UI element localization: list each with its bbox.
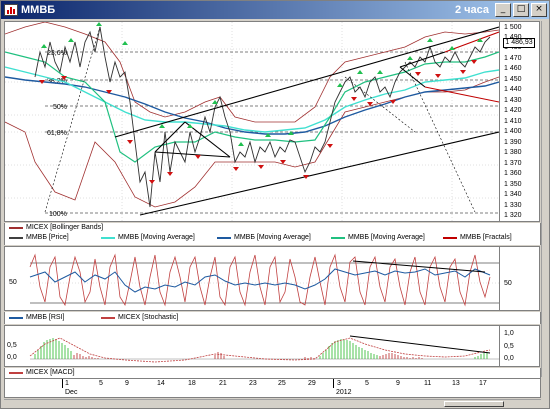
oscillator-panel[interactable] xyxy=(4,246,500,311)
y-tick-1460: 1 460 xyxy=(504,65,522,72)
legend-ma-blue: MMBБ [Moving Average] xyxy=(217,234,311,241)
y-tick-1330: 1 330 xyxy=(504,202,522,209)
macd-panel[interactable] xyxy=(4,325,500,367)
y-tick-1360: 1 360 xyxy=(504,170,522,177)
fib-label-50: 50% xyxy=(53,104,67,111)
oscillator-svg xyxy=(29,253,499,307)
current-price-label: 1 486,93 xyxy=(503,38,535,48)
price-chart-svg: 23,6% 38,2% 50% 61,8% 100% xyxy=(4,21,500,221)
y-tick-1450: 1 450 xyxy=(504,76,522,83)
y-tick-1470: 1 470 xyxy=(504,55,522,62)
period-label[interactable]: 2 часа xyxy=(455,4,489,16)
maximize-button[interactable]: □ xyxy=(513,3,529,17)
macd-tick-1-right: 1,0 xyxy=(504,330,514,337)
legend-stochastic: MICEX [Stochastic] xyxy=(101,314,178,321)
legend-bollinger: MICEX [Bollinger Bands] xyxy=(9,224,103,231)
minimize-button[interactable]: _ xyxy=(495,3,511,17)
macd-tick-0-right: 0,0 xyxy=(504,355,514,362)
year-label-2012: 2012 xyxy=(336,389,352,396)
legend-macd: MICEX [MACD] xyxy=(9,369,75,376)
y-tick-1320: 1 320 xyxy=(504,212,522,219)
moving-average-green xyxy=(4,51,500,163)
price-line xyxy=(34,26,491,208)
y-tick-1430: 1 430 xyxy=(504,97,522,104)
y-tick-1390: 1 390 xyxy=(504,139,522,146)
y-tick-1500: 1 500 xyxy=(504,24,522,31)
y-tick-1340: 1 340 xyxy=(504,191,522,198)
moving-average-cyan xyxy=(4,66,500,133)
chart-window: MMBБ 2 часа _ □ × 23,6% 38,2% 50% 61,8% … xyxy=(0,0,550,409)
day-label: 5 xyxy=(365,380,369,387)
y-tick-1410: 1 410 xyxy=(504,118,522,125)
title-bar[interactable]: MMBБ 2 часа _ □ × xyxy=(1,1,549,19)
day-label: 21 xyxy=(219,380,227,387)
legend-fractals: MMBБ [Fractals] xyxy=(443,234,512,241)
macd-tick-0-left: 0,0 xyxy=(7,354,17,361)
y-tick-1350: 1 350 xyxy=(504,181,522,188)
oscillator-legend: MMBБ [RSI] MICEX [Stochastic] xyxy=(4,312,541,324)
fractals-up xyxy=(41,22,483,146)
price-legend: MICEX [Bollinger Bands] MMBБ [Price] MMB… xyxy=(4,223,541,245)
macd-legend: MICEX [MACD] xyxy=(4,368,541,378)
price-scale: 1 500 1 490 1 480 1 470 1 460 1 450 1 44… xyxy=(500,21,540,222)
macd-svg xyxy=(29,335,499,363)
fibonacci-levels xyxy=(45,51,499,214)
legend-ma-green: MMBБ [Moving Average] xyxy=(331,234,425,241)
fib-label-618: 61,8% xyxy=(47,130,67,137)
macd-trendline xyxy=(349,335,491,354)
y-tick-1420: 1 420 xyxy=(504,107,522,114)
dashed-trend-lines xyxy=(44,26,476,213)
day-label: 11 xyxy=(424,380,432,387)
legend-price: MMBБ [Price] xyxy=(9,234,69,241)
fib-label-100: 100% xyxy=(49,211,67,218)
day-label: 1 xyxy=(65,380,69,387)
macd-tick-05-left: 0,5 xyxy=(7,342,17,349)
window-title: MMBБ xyxy=(21,4,56,16)
day-label: 29 xyxy=(308,380,316,387)
day-label: 13 xyxy=(452,380,460,387)
day-label: 14 xyxy=(157,380,165,387)
horizontal-scrollbar[interactable] xyxy=(4,399,541,408)
day-label: 23 xyxy=(249,380,257,387)
macd-line xyxy=(29,337,491,363)
day-label: 5 xyxy=(99,380,103,387)
legend-rsi: MMBБ [RSI] xyxy=(9,314,64,321)
close-button[interactable]: × xyxy=(531,3,547,17)
chart-app-icon xyxy=(4,4,18,16)
oscillator-scale: 50 xyxy=(500,246,540,311)
legend-ma-cyan: MMBБ [Moving Average] xyxy=(101,234,195,241)
osc-tick-50-right: 50 xyxy=(504,280,512,287)
day-label: 18 xyxy=(188,380,196,387)
bollinger-upper xyxy=(4,21,500,123)
macd-scale: 1,0 0,5 0,0 xyxy=(500,325,540,367)
day-label: 17 xyxy=(479,380,487,387)
day-label: 9 xyxy=(125,380,129,387)
macd-tick-05-right: 0,5 xyxy=(504,343,514,350)
day-label: 25 xyxy=(278,380,286,387)
osc-tick-50-left: 50 xyxy=(9,279,17,286)
time-axis[interactable]: 1 5 9 14 18 21 23 25 29 3 5 9 11 13 17 D… xyxy=(4,378,541,398)
price-panel[interactable]: 23,6% 38,2% 50% 61,8% 100% xyxy=(4,21,500,222)
y-tick-1440: 1 440 xyxy=(504,86,522,93)
y-tick-1380: 1 380 xyxy=(504,149,522,156)
y-tick-1400: 1 400 xyxy=(504,128,522,135)
day-label: 9 xyxy=(396,380,400,387)
scrollbar-thumb[interactable] xyxy=(444,401,504,407)
month-label-dec: Dec xyxy=(65,389,78,396)
stochastic-line xyxy=(29,253,491,307)
vertical-scrollbar[interactable] xyxy=(541,21,549,377)
trend-lines xyxy=(114,26,500,216)
y-tick-1370: 1 370 xyxy=(504,160,522,167)
day-label: 3 xyxy=(337,380,341,387)
moving-average-blue xyxy=(4,76,500,135)
